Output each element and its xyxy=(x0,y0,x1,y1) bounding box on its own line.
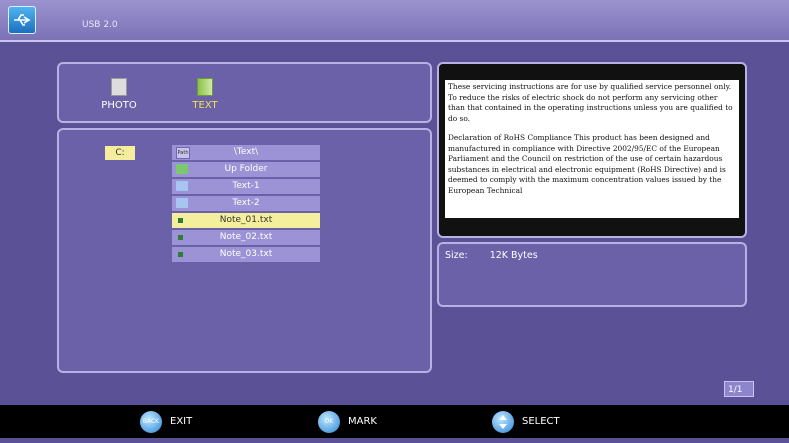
select-label: SELECT xyxy=(522,416,560,427)
up-folder-icon xyxy=(176,164,188,174)
page-indicator: 1/1 xyxy=(724,381,754,397)
list-item-label: \Text\ xyxy=(233,147,259,157)
list-item-label: Text-1 xyxy=(232,181,260,191)
size-value: 12K Bytes xyxy=(489,250,538,261)
back-button-icon: BACK xyxy=(140,411,162,433)
exit-label: EXIT xyxy=(170,416,193,427)
preview-paragraph: Declaration of RoHS Compliance This prod… xyxy=(448,133,726,195)
size-label: Size: xyxy=(445,250,468,261)
mark-hint[interactable]: OK MARK xyxy=(318,411,398,433)
text-preview[interactable]: These servicing instructions are for use… xyxy=(445,80,739,218)
preview-paragraph: These servicing instructions are for use… xyxy=(448,82,733,123)
file-size: Size: 12K Bytes xyxy=(445,250,538,261)
ok-button-icon: OK xyxy=(318,411,340,433)
list-item-label: Note_02.txt xyxy=(219,232,273,242)
drive-label[interactable]: C: xyxy=(105,146,135,160)
usb-icon xyxy=(8,6,36,34)
list-item-label: Text-2 xyxy=(232,198,260,208)
list-item-folder[interactable]: Text-2 xyxy=(172,196,320,211)
source-photo-label: PHOTO xyxy=(101,100,137,111)
list-item-folder[interactable]: Text-1 xyxy=(172,179,320,194)
list-item-file-selected[interactable]: Note_01.txt xyxy=(172,213,320,228)
list-item-path[interactable]: Path \Text\ xyxy=(172,145,320,160)
list-item-file[interactable]: Note_03.txt xyxy=(172,247,320,262)
folder-icon xyxy=(176,181,188,191)
text-file-icon xyxy=(197,78,213,96)
photo-icon xyxy=(111,78,127,96)
path-icon: Path xyxy=(176,147,190,159)
source-text[interactable]: TEXT xyxy=(175,78,235,111)
file-icon xyxy=(178,252,183,257)
arrows-icon xyxy=(492,411,514,433)
exit-hint[interactable]: BACK EXIT xyxy=(140,411,220,433)
list-item-up-folder[interactable]: Up Folder xyxy=(172,162,320,177)
bottom-bar: BACK EXIT OK MARK SELECT xyxy=(0,405,789,438)
source-text-label: TEXT xyxy=(192,100,218,111)
folder-icon xyxy=(176,198,188,208)
list-item-label: Note_03.txt xyxy=(219,249,273,259)
file-icon xyxy=(178,218,183,223)
file-list: Path \Text\ Up Folder Text-1 Text-2 Note… xyxy=(172,145,320,264)
list-item-label: Note_01.txt xyxy=(219,215,273,225)
list-item-label: Up Folder xyxy=(224,164,268,174)
page-title: USB 2.0 xyxy=(82,20,118,30)
select-hint[interactable]: SELECT xyxy=(492,411,582,433)
source-panel: PHOTO TEXT xyxy=(57,62,432,123)
file-info-panel: Size: 12K Bytes xyxy=(437,242,747,307)
mark-label: MARK xyxy=(348,416,377,427)
file-browser-panel: C: Path \Text\ Up Folder Text-1 Text-2 N… xyxy=(57,128,432,373)
top-bar: USB 2.0 xyxy=(0,0,789,42)
list-item-file[interactable]: Note_02.txt xyxy=(172,230,320,245)
source-photo[interactable]: PHOTO xyxy=(89,78,149,111)
text-preview-panel: These servicing instructions are for use… xyxy=(437,62,747,238)
file-icon xyxy=(178,235,183,240)
